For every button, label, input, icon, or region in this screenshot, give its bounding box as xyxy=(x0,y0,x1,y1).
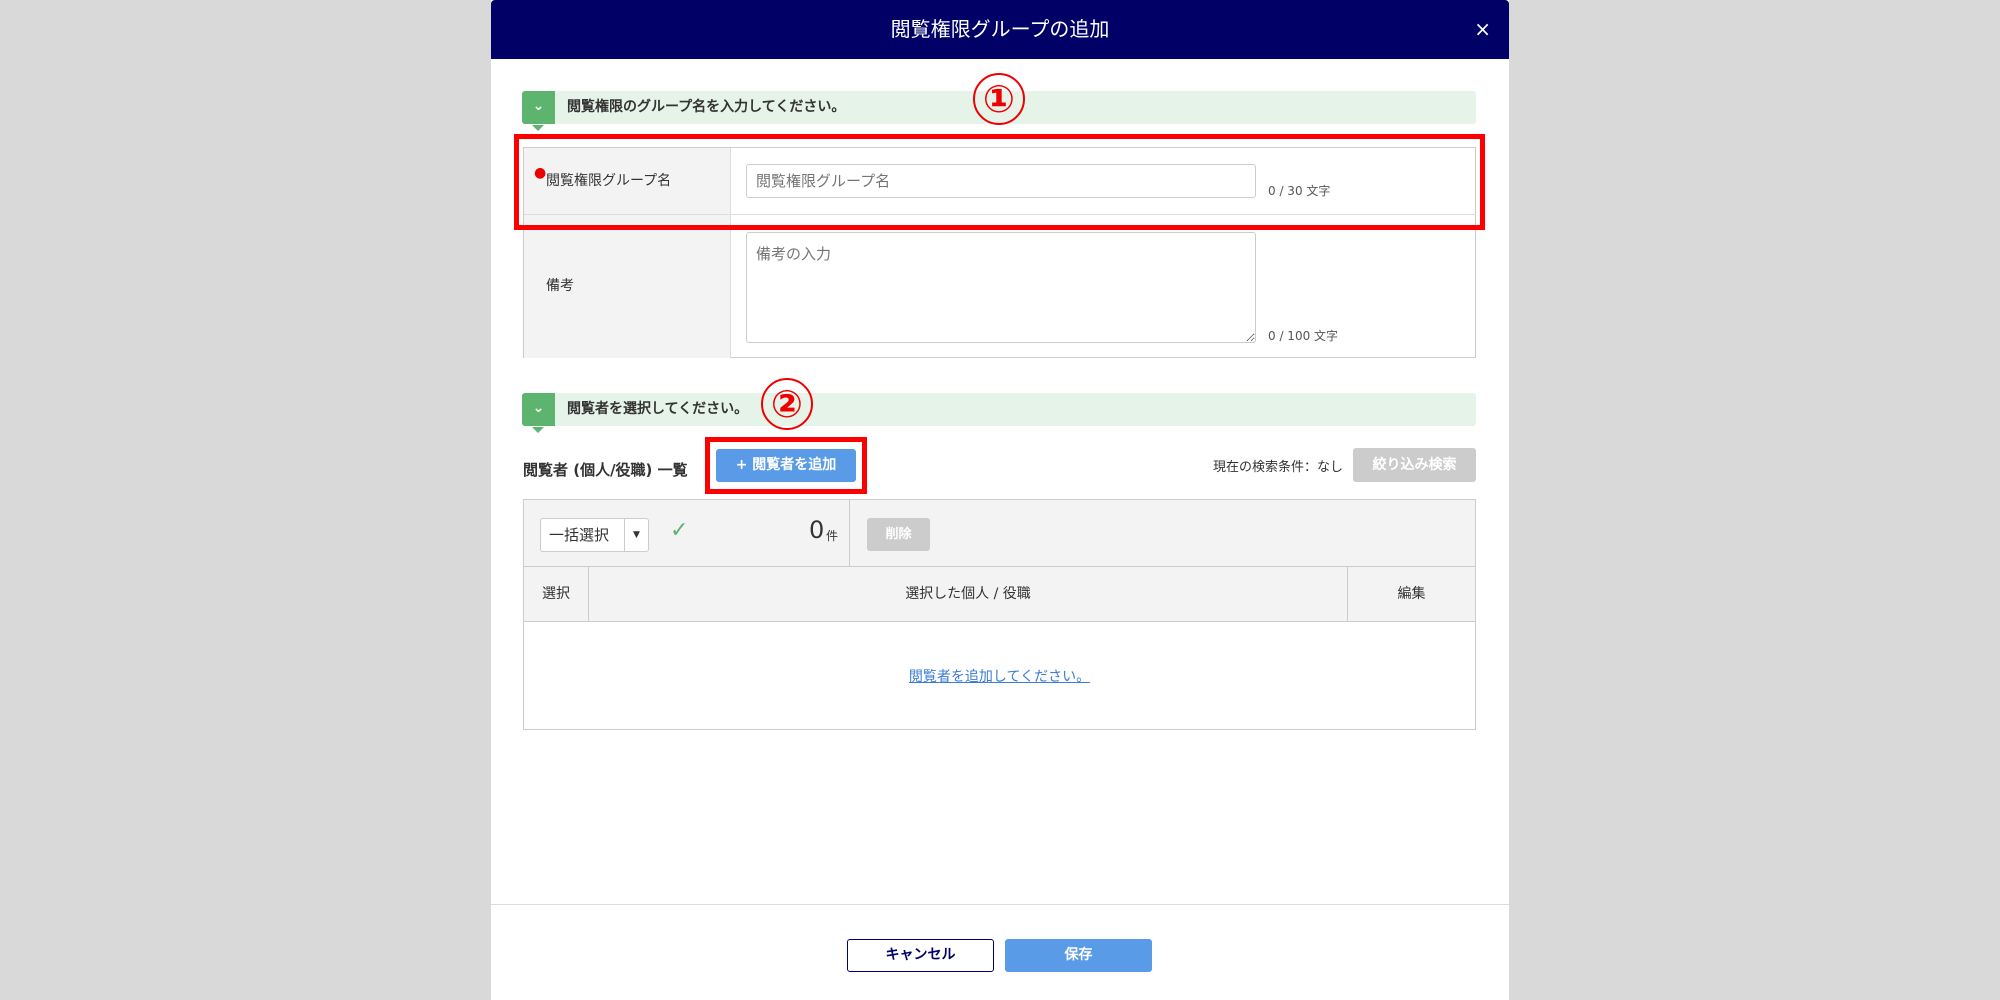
chevron-down-icon[interactable]: ⌄ xyxy=(522,91,555,131)
caret-down-icon[interactable]: ▼ xyxy=(624,519,648,551)
filter-search-button[interactable]: 絞り込み検索 xyxy=(1353,448,1476,482)
cancel-button[interactable]: キャンセル xyxy=(847,939,994,972)
table-header-row: 選択 選択した個人 / 役職 編集 xyxy=(524,567,1475,622)
note-label: 備考 xyxy=(546,278,574,294)
selected-count: 0 xyxy=(809,516,825,544)
chevron-down-icon[interactable]: ⌄ xyxy=(522,393,555,433)
note-count: 0 / 100 文字 xyxy=(1268,329,1339,343)
highlight-box-2 xyxy=(705,437,867,494)
viewer-table: 一括選択 ▼ ✓ 0 件 削除 選択 選択した個人 / 役職 編集 閲覧者を追加… xyxy=(523,499,1476,730)
search-condition-text: 現在の検索条件：なし xyxy=(1212,460,1343,475)
bulk-select-dropdown[interactable]: 一括選択 ▼ xyxy=(540,518,649,552)
table-toolbar: 一括選択 ▼ ✓ 0 件 削除 xyxy=(524,500,1475,567)
highlight-box-1 xyxy=(514,134,1485,230)
annotation-marker-2: ② xyxy=(761,378,813,430)
count-unit: 件 xyxy=(826,529,839,543)
note-textarea[interactable] xyxy=(746,232,1256,343)
close-icon[interactable]: × xyxy=(1474,0,1491,59)
column-header-selected: 選択した個人 / 役職 xyxy=(905,586,1031,602)
annotation-marker-1: ① xyxy=(973,73,1025,125)
check-icon[interactable]: ✓ xyxy=(670,518,688,543)
dialog-title: 閲覧権限グループの追加 xyxy=(890,17,1110,41)
delete-button[interactable]: 削除 xyxy=(867,518,930,551)
add-viewer-link[interactable]: 閲覧者を追加してください。 xyxy=(909,669,1090,685)
section-heading: 閲覧権限のグループ名を入力してください。 xyxy=(567,99,846,115)
column-header-select: 選択 xyxy=(524,567,589,621)
viewer-list-title: 閲覧者 (個人/役職) 一覧 xyxy=(523,461,688,479)
column-header-edit: 編集 xyxy=(1347,567,1475,621)
footer-divider xyxy=(491,904,1509,905)
add-group-dialog: 閲覧権限グループの追加 × ⌄ 閲覧権限のグループ名を入力してください。 ① ●… xyxy=(491,0,1509,1000)
save-button[interactable]: 保存 xyxy=(1005,939,1152,972)
section-heading: 閲覧者を選択してください。 xyxy=(567,401,749,417)
section-viewers-header: ⌄ 閲覧者を選択してください。 xyxy=(522,393,1476,433)
dialog-header: 閲覧権限グループの追加 × xyxy=(491,0,1509,59)
